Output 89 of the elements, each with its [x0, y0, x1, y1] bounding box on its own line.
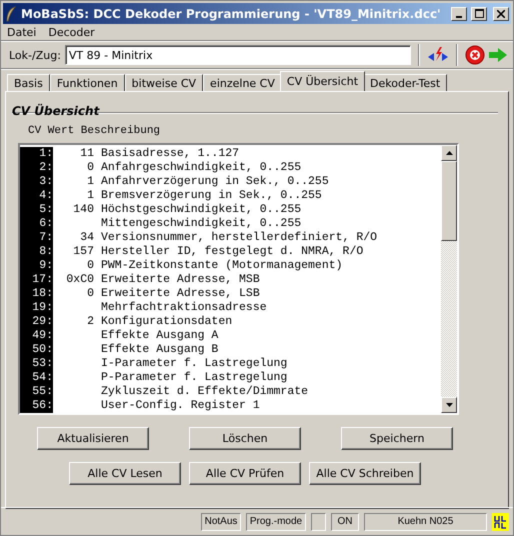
cv-value: 0	[86, 161, 94, 175]
maximize-button[interactable]	[471, 6, 487, 20]
column-header: CV Wert Beschreibung	[27, 125, 162, 139]
loco-name-field[interactable]: VT 89 - Minitrix	[64, 45, 411, 65]
cv-number: 53:	[20, 357, 53, 371]
cv-description: Anfahrgeschwindigkeit, 0..255	[100, 161, 302, 175]
down-arrow-icon	[446, 403, 452, 407]
menu-item[interactable]: Decoder	[48, 26, 95, 38]
up-arrow-icon	[446, 151, 452, 155]
cv-value: 0	[86, 287, 94, 301]
cv-value: 11	[79, 147, 94, 161]
cv-number: 18:	[20, 287, 53, 301]
cv-number: 29:	[20, 315, 53, 329]
action-button[interactable]: Speichern	[341, 427, 453, 450]
minimize-icon	[456, 16, 462, 18]
cv-description: P-Parameter f. Lastregelung	[100, 371, 288, 385]
window-title: MoBaSbS: DCC Dekoder Programmierung - 'VT89_Minitrix.dcc'	[21, 6, 442, 20]
cv-number: 6:	[20, 217, 53, 231]
cv-description: Bremsverzögerung in Sek., 0..255	[100, 189, 322, 203]
cv-number: 3:	[20, 175, 53, 189]
tab[interactable]: Dekoder-Test	[363, 74, 448, 91]
status-panel: NotAus	[201, 512, 241, 530]
cv-description: Mittengeschwindigkeit, 0..255	[100, 217, 302, 231]
action-button[interactable]: Alle CV Schreiben	[309, 462, 421, 485]
logo-icon	[492, 512, 509, 530]
cv-number: 50:	[20, 343, 53, 357]
lightning-icon[interactable]	[426, 46, 449, 64]
action-button[interactable]: Alle CV Prüfen	[189, 462, 301, 485]
feather-icon	[5, 6, 17, 22]
cv-value: 0xC0	[65, 273, 94, 287]
status-panel: ON	[331, 512, 359, 530]
cv-number: 19:	[20, 301, 53, 315]
field-label: Lok-/Zug:	[9, 48, 61, 62]
cv-number: 9:	[20, 259, 53, 273]
cv-description: Versionsnummer, herstellerdefiniert, R/O	[100, 231, 378, 245]
cv-description: Erweiterte Adresse, LSB	[100, 287, 260, 301]
cv-number: 17:	[20, 273, 53, 287]
cv-description: Hersteller ID, festgelegt d. NMRA, R/O	[100, 245, 364, 259]
cv-number: 1:	[20, 147, 53, 161]
status-panel: Kuehn N025	[364, 512, 487, 530]
cv-description: Mehrfachtraktionsadresse	[100, 301, 267, 315]
cv-description: Basisadresse, 1..127	[100, 147, 240, 161]
cv-description: Anfahrverzögerung in Sek., 0..255	[100, 175, 329, 189]
scrollbar[interactable]	[441, 145, 457, 413]
cv-number: 2:	[20, 161, 53, 175]
cv-description: Effekte Ausgang A	[100, 329, 218, 343]
cv-description: Erweiterte Adresse, MSB	[100, 273, 260, 287]
cv-number: 5:	[20, 203, 53, 217]
cv-description: Höchstgeschwindigkeit, 0..255	[100, 203, 302, 217]
action-button[interactable]: Alle CV Lesen	[69, 462, 181, 485]
minimize-button[interactable]	[451, 6, 467, 20]
cv-number: 49:	[20, 329, 53, 343]
cv-value: 1	[86, 189, 94, 203]
maximize-icon	[474, 9, 484, 18]
action-button[interactable]: Aktualisieren	[37, 427, 149, 450]
cv-number: 4:	[20, 189, 53, 203]
cv-description: PWM-Zeitkonstante (Motormanagement)	[100, 259, 343, 273]
cv-number: 55:	[20, 385, 53, 399]
cv-value: 0	[86, 259, 94, 273]
group-title: CV Übersicht	[12, 104, 101, 118]
scroll-thumb[interactable]	[441, 161, 457, 241]
scroll-up-button[interactable]	[441, 145, 457, 161]
empty-status-panel	[311, 512, 326, 530]
cv-description: Effekte Ausgang B	[100, 343, 218, 357]
cv-value: 140	[72, 203, 94, 217]
close-button[interactable]	[493, 6, 509, 20]
tab[interactable]: Funktionen	[50, 74, 125, 91]
cv-description: User-Config. Register 1	[100, 399, 260, 413]
close-icon	[497, 10, 505, 18]
tab[interactable]: Basis	[7, 74, 50, 91]
cv-value: 157	[72, 245, 94, 259]
cv-value: 2	[86, 315, 94, 329]
cv-number: 8:	[20, 245, 53, 259]
cv-description: Konfigurationsdaten	[100, 315, 232, 329]
menu-item[interactable]: Datei	[7, 26, 36, 38]
cv-number: 7:	[20, 231, 53, 245]
tab[interactable]: CV Übersicht	[280, 71, 366, 91]
action-button[interactable]: Löschen	[189, 427, 301, 450]
cv-number: 56:	[20, 399, 53, 413]
scroll-down-button[interactable]	[441, 397, 457, 413]
status-panel: Prog.-mode	[246, 512, 306, 530]
cv-number: 54:	[20, 371, 53, 385]
cv-value: 1	[86, 175, 94, 189]
cv-value: 34	[79, 231, 94, 245]
tab[interactable]: bitweise CV	[124, 74, 204, 91]
tab[interactable]: einzelne CV	[203, 74, 282, 91]
cv-description: I-Parameter f. Lastregelung	[100, 357, 288, 371]
stop-icon[interactable]	[464, 45, 485, 65]
cv-description: Zykluszeit d. Effekte/Dimmrate	[100, 385, 308, 399]
